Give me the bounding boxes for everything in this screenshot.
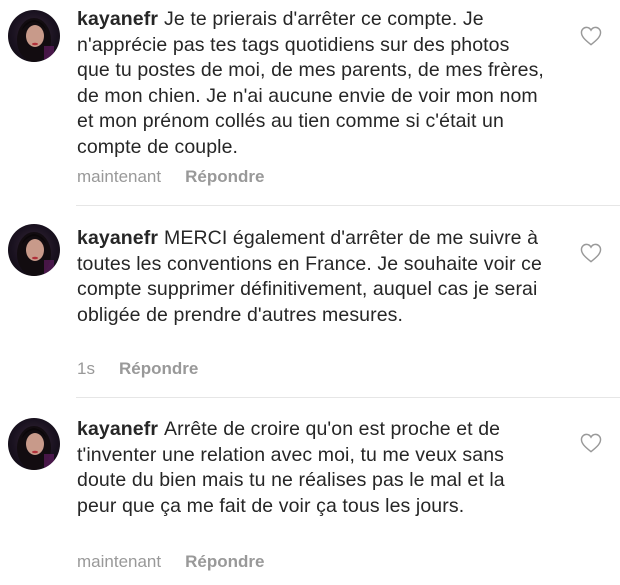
- divider: [76, 205, 620, 206]
- comment-text: kayanefr Je te prierais d'arrêter ce comp…: [77, 7, 547, 160]
- heart-outline-icon: [580, 433, 602, 453]
- reply-button[interactable]: Répondre: [185, 167, 264, 186]
- avatar[interactable]: [8, 418, 60, 470]
- avatar[interactable]: [8, 224, 60, 276]
- comment-time: maintenant: [77, 167, 162, 186]
- comment-meta: 1s Répondre: [77, 359, 198, 379]
- heart-outline-icon: [580, 243, 602, 263]
- comment-text: kayanefr Arrête de croire qu'on est proch…: [77, 417, 547, 519]
- comment-time: 1s: [77, 359, 95, 378]
- comment-time: maintenant: [77, 552, 162, 571]
- comment-username[interactable]: kayanefr: [77, 418, 158, 440]
- like-button[interactable]: [580, 243, 602, 263]
- profile-photo-icon: [17, 232, 54, 276]
- comment-username[interactable]: kayanefr: [77, 8, 158, 30]
- profile-photo-icon: [17, 18, 54, 62]
- heart-outline-icon: [580, 26, 602, 46]
- like-button[interactable]: [580, 26, 602, 46]
- divider: [76, 397, 620, 398]
- avatar[interactable]: [8, 10, 60, 62]
- reply-button[interactable]: Répondre: [119, 359, 198, 378]
- reply-button[interactable]: Répondre: [185, 552, 264, 571]
- like-button[interactable]: [580, 433, 602, 453]
- comment-meta: maintenant Répondre: [77, 552, 264, 572]
- comment-body: Je te prierais d'arrêter ce compte. Je n…: [77, 8, 544, 158]
- comment-text: kayanefr MERCI également d'arrêter de me …: [77, 226, 547, 328]
- comment-meta: maintenant Répondre: [77, 167, 264, 187]
- profile-photo-icon: [17, 426, 54, 470]
- comment-username[interactable]: kayanefr: [77, 227, 158, 249]
